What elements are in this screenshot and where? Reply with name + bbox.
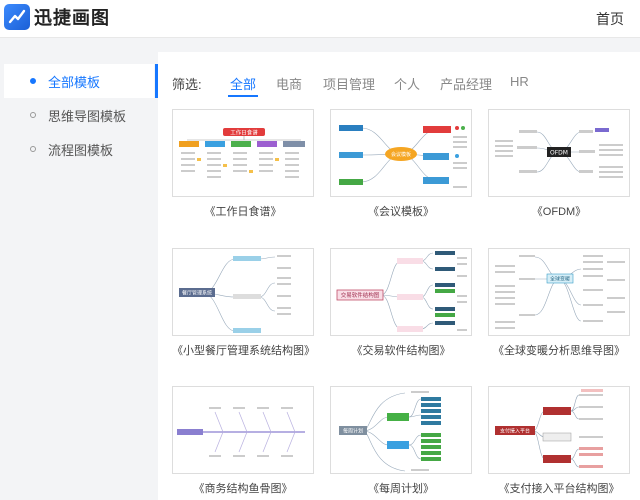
template-title: 《交易软件结构图》 — [351, 345, 451, 357]
template-card-meeting[interactable]: 会议模板 《会议模板》 — [330, 109, 472, 219]
template-card-fishbone[interactable]: 《商务结构鱼骨图》 — [172, 386, 314, 496]
template-thumbnail[interactable]: OFDM — [488, 109, 630, 197]
sidebar-item-all-templates[interactable]: 全部模板 — [4, 64, 158, 98]
sidebar-item-label: 流程图模板 — [48, 142, 114, 158]
template-thumbnail[interactable]: 全球变暖 — [488, 248, 630, 336]
brand-logo[interactable]: 迅捷画图 — [4, 4, 110, 30]
template-card-restaurant[interactable]: 餐厅管理系统 《小型餐厅管理系统结构图》 — [172, 248, 315, 358]
filter-tab-all[interactable]: 全部 — [230, 74, 256, 93]
active-tab-underline — [228, 95, 258, 97]
bullet-dot-icon — [30, 112, 36, 118]
sidebar-item-label: 思维导图模板 — [48, 108, 127, 124]
template-title: 《小型餐厅管理系统结构图》 — [172, 345, 315, 357]
filter-tab-project-management[interactable]: 项目管理 — [323, 74, 375, 93]
template-thumbnail[interactable]: 会议模板 — [330, 109, 472, 197]
template-title: 《每周计划》 — [368, 483, 434, 495]
map-center-text: 工作日食谱 — [230, 129, 258, 137]
template-thumbnail[interactable]: 支付接入平台 — [488, 386, 630, 474]
template-thumbnail[interactable]: 工作日食谱 — [172, 109, 314, 197]
template-card-trading-software[interactable]: 交易软件结构图 《交易软件结构图》 — [330, 248, 472, 358]
filter-tab-personal[interactable]: 个人 — [394, 74, 420, 93]
template-title: 《会议模板》 — [368, 206, 434, 218]
template-card-ofdm[interactable]: OFDM 《OFDM》 — [488, 109, 630, 219]
template-thumbnail[interactable]: 每周计划 — [330, 386, 472, 474]
template-card-weekly-plan[interactable]: 每周计划 《每周计划》 — [330, 386, 472, 496]
map-center-text: 会议模板 — [391, 151, 411, 158]
sidebar-item-flowchart-templates[interactable]: 流程图模板 — [4, 132, 154, 166]
filter-tab-ecommerce[interactable]: 电商 — [276, 74, 302, 93]
sidebar-item-mindmap-templates[interactable]: 思维导图模板 — [4, 98, 154, 132]
template-thumbnail[interactable]: 交易软件结构图 — [330, 248, 472, 336]
map-center-text: 每周计划 — [343, 428, 363, 435]
bullet-dot-icon — [30, 78, 36, 84]
template-title: 《支付接入平台结构图》 — [498, 483, 620, 495]
template-card-global-warming[interactable]: 全球变暖 《全球变暖分析思维导图》 — [488, 248, 630, 358]
template-thumbnail[interactable] — [172, 386, 314, 474]
map-center-text: 交易软件结构图 — [341, 291, 380, 299]
logo-chart-icon — [4, 4, 30, 30]
bullet-dot-icon — [30, 146, 36, 152]
template-title: 《商务结构鱼骨图》 — [193, 483, 293, 495]
map-center-text: OFDM — [550, 150, 568, 157]
sidebar-item-label: 全部模板 — [48, 74, 101, 90]
map-center-text: 支付接入平台 — [500, 428, 530, 435]
template-title: 《OFDM》 — [531, 206, 587, 218]
template-gallery: 筛选: 全部 电商 项目管理 个人 产品经理 HR 工作日食谱 《工作日食谱》 … — [158, 52, 640, 500]
map-center-text: 餐厅管理系统 — [182, 290, 212, 297]
top-header: 迅捷画图 首页 — [0, 0, 640, 38]
brand-name: 迅捷画图 — [34, 8, 110, 28]
map-center-text: 全球变暖 — [550, 276, 570, 283]
template-title: 《全球变暖分析思维导图》 — [493, 345, 625, 357]
template-thumbnail[interactable]: 餐厅管理系统 — [172, 248, 314, 336]
home-link[interactable]: 首页 — [596, 9, 624, 29]
template-card-payment-platform[interactable]: 支付接入平台 《支付接入平台结构图》 — [488, 386, 630, 496]
template-title: 《工作日食谱》 — [204, 206, 282, 218]
filter-label: 筛选: — [172, 77, 202, 92]
filter-tab-hr[interactable]: HR — [510, 74, 529, 89]
filter-tab-product-manager[interactable]: 产品经理 — [440, 74, 492, 93]
category-sidebar: 全部模板 思维导图模板 流程图模板 — [0, 52, 158, 500]
template-card-work-meal[interactable]: 工作日食谱 《工作日食谱》 — [172, 109, 314, 219]
